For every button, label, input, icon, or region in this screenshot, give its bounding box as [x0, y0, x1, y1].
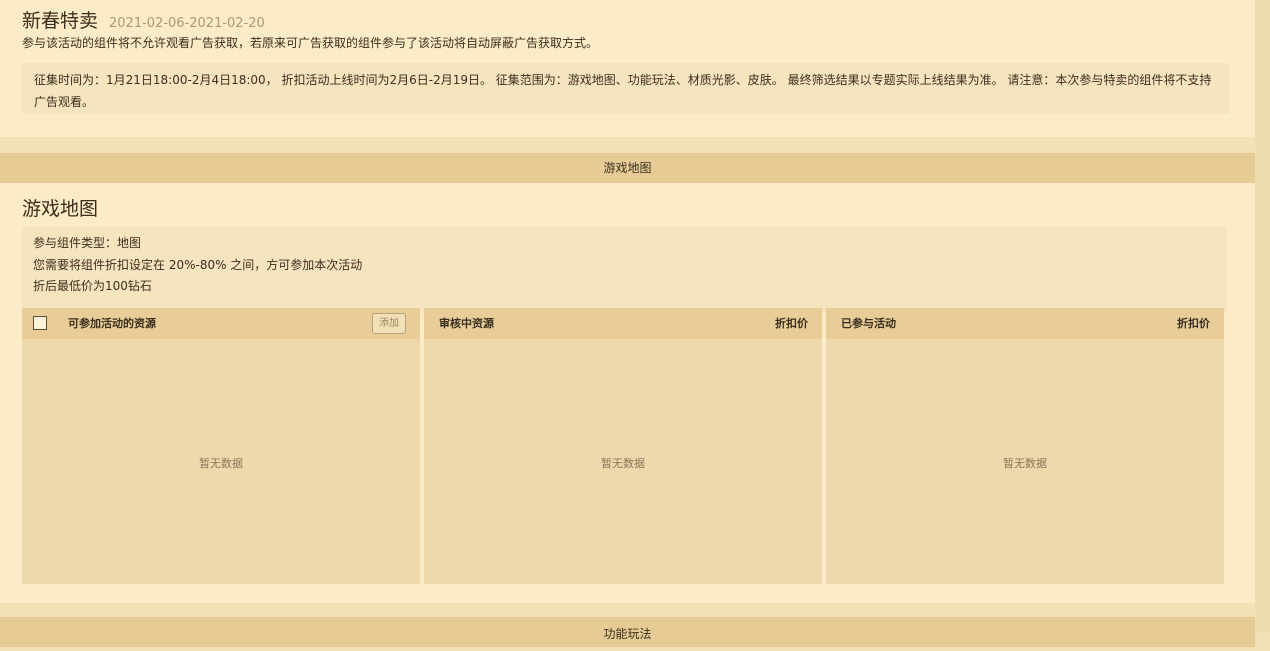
column-title: 已参与活动	[841, 317, 896, 330]
empty-state: 暂无数据	[1003, 457, 1047, 470]
game-map-section: 游戏地图 参与组件类型：地图 您需要将组件折扣设定在 20%-80% 之间，方可…	[0, 183, 1255, 603]
empty-state: 暂无数据	[199, 457, 243, 470]
section-tab-gameplay[interactable]: 功能玩法	[0, 617, 1255, 647]
page-title: 新春特卖	[22, 10, 99, 32]
section-title: 游戏地图	[22, 198, 99, 220]
discount-price-header: 折扣价	[775, 317, 808, 330]
empty-state: 暂无数据	[601, 457, 645, 470]
rule-discount-range: 您需要将组件折扣设定在 20%-80% 之间，方可参加本次活动	[33, 257, 363, 272]
info-box: 征集时间为：1月21日18:00-2月4日18:00， 折扣活动上线时间为2月6…	[22, 63, 1229, 114]
participating-column: 已参与活动 折扣价 暂无数据	[826, 308, 1224, 584]
under-review-column: 审核中资源 折扣价 暂无数据	[424, 308, 822, 584]
column-title: 可参加活动的资源	[68, 317, 156, 330]
title-row: 新春特卖 2021-02-06-2021-02-20	[22, 6, 265, 33]
section-tab-game-map[interactable]: 游戏地图	[0, 153, 1255, 183]
activity-date-range: 2021-02-06-2021-02-20	[109, 16, 265, 31]
column-title: 审核中资源	[439, 317, 494, 330]
rules-box: 参与组件类型：地图 您需要将组件折扣设定在 20%-80% 之间，方可参加本次活…	[22, 227, 1227, 313]
rule-min-price: 折后最低价为100钻石	[33, 279, 152, 293]
page-scroll-gutter	[1255, 0, 1270, 633]
column-header: 已参与活动 折扣价	[826, 308, 1224, 339]
column-header: 审核中资源 折扣价	[424, 308, 822, 339]
activity-header-panel: 新春特卖 2021-02-06-2021-02-20 参与该活动的组件将不允许观…	[0, 0, 1255, 137]
add-button[interactable]: 添加	[372, 313, 406, 334]
column-header: 可参加活动的资源 添加	[22, 308, 420, 339]
rule-component-type: 参与组件类型：地图	[33, 236, 142, 250]
discount-price-header: 折扣价	[1177, 317, 1210, 330]
ad-notice: 参与该活动的组件将不允许观看广告获取，若原来可广告获取的组件参与了该活动将自动屏…	[22, 36, 599, 50]
select-all-checkbox[interactable]	[33, 316, 47, 330]
available-resources-column: 可参加活动的资源 添加 暂无数据	[22, 308, 420, 584]
